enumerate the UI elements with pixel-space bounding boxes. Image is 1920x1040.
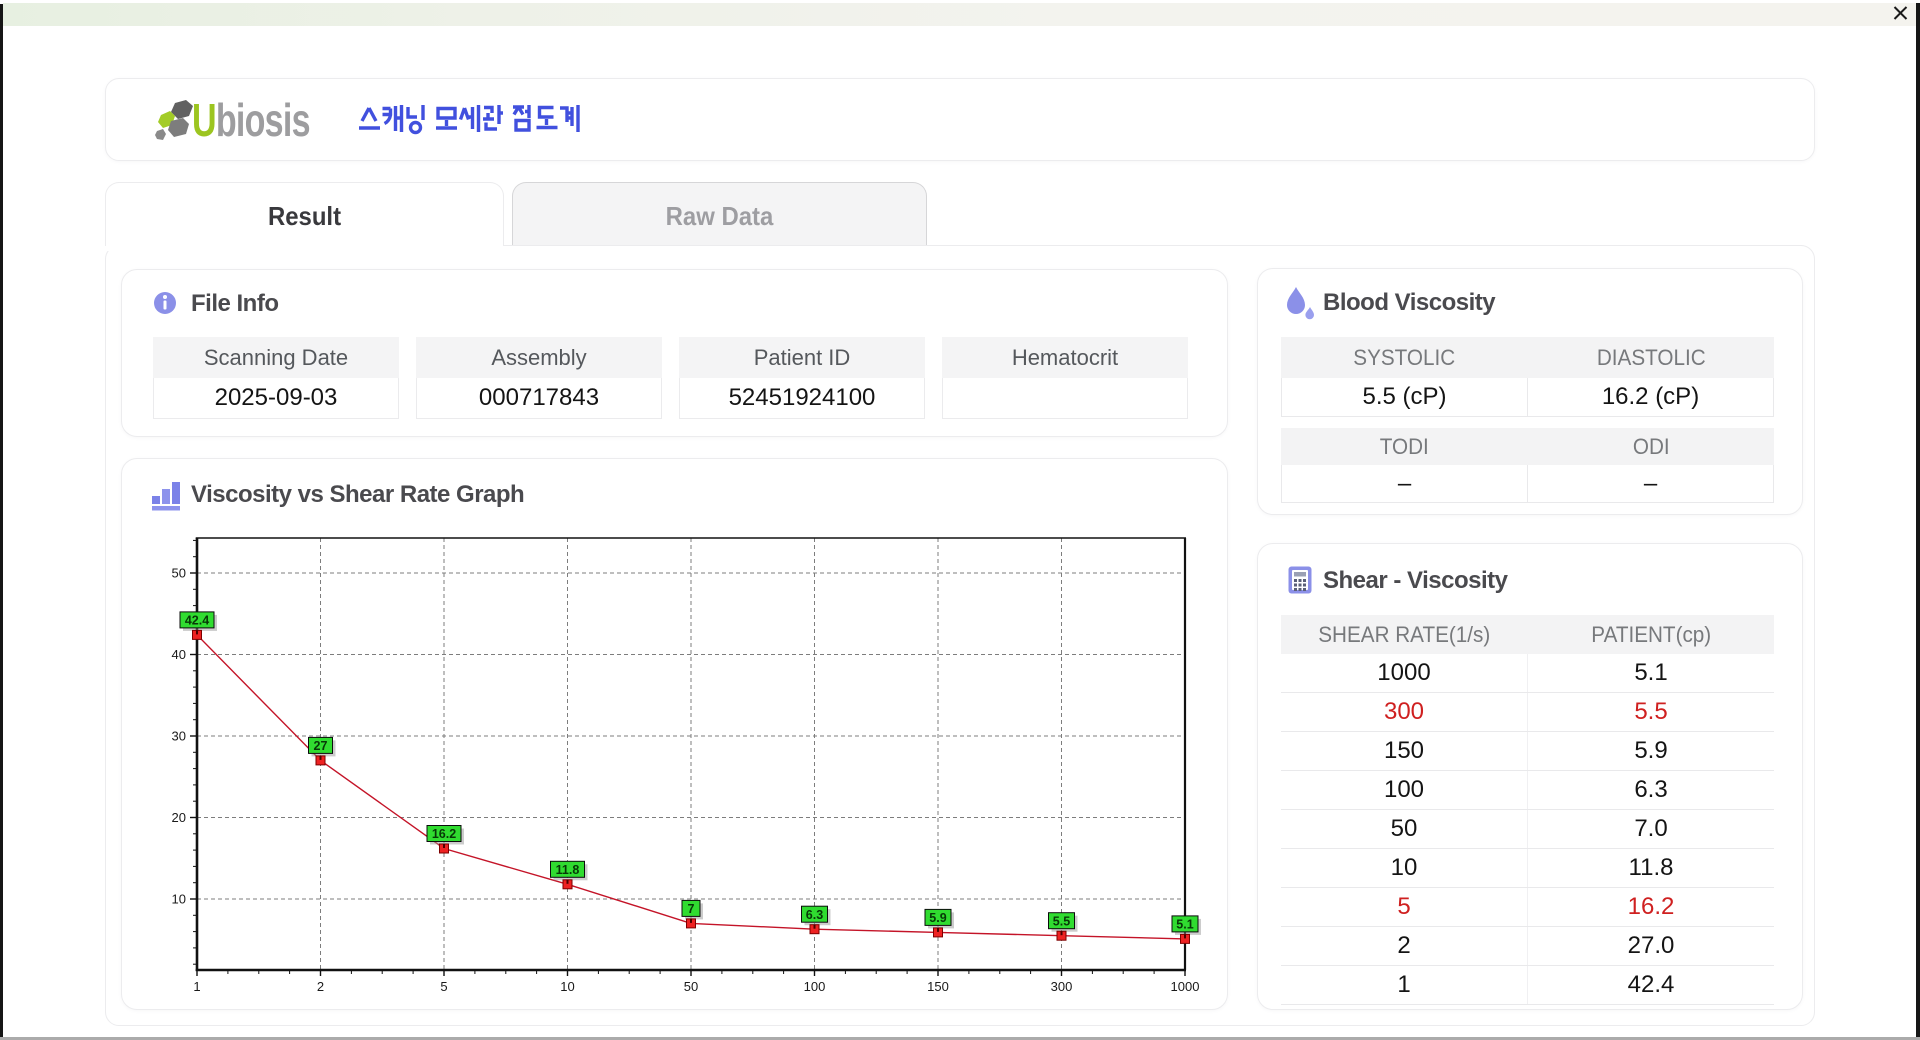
svg-text:10: 10	[172, 892, 186, 907]
svg-text:100: 100	[804, 979, 826, 994]
svg-text:10: 10	[560, 979, 574, 994]
svg-text:5.9: 5.9	[929, 911, 946, 925]
svg-text:5.1: 5.1	[1176, 918, 1193, 932]
svg-text:6.3: 6.3	[806, 908, 823, 922]
svg-text:16.2: 16.2	[432, 827, 456, 841]
svg-text:150: 150	[927, 979, 949, 994]
svg-text:50: 50	[172, 566, 186, 581]
svg-text:11.8: 11.8	[556, 863, 580, 877]
svg-text:5.5: 5.5	[1053, 914, 1070, 928]
svg-text:42.4: 42.4	[185, 614, 209, 628]
svg-text:1000: 1000	[1171, 979, 1200, 994]
svg-text:300: 300	[1051, 979, 1073, 994]
svg-text:27: 27	[314, 739, 328, 753]
svg-text:50: 50	[684, 979, 698, 994]
svg-text:5: 5	[440, 979, 447, 994]
svg-text:2: 2	[317, 979, 324, 994]
svg-text:30: 30	[172, 729, 186, 744]
svg-text:40: 40	[172, 647, 186, 662]
svg-text:1: 1	[193, 979, 200, 994]
svg-text:7: 7	[688, 902, 695, 916]
svg-text:20: 20	[172, 810, 186, 825]
